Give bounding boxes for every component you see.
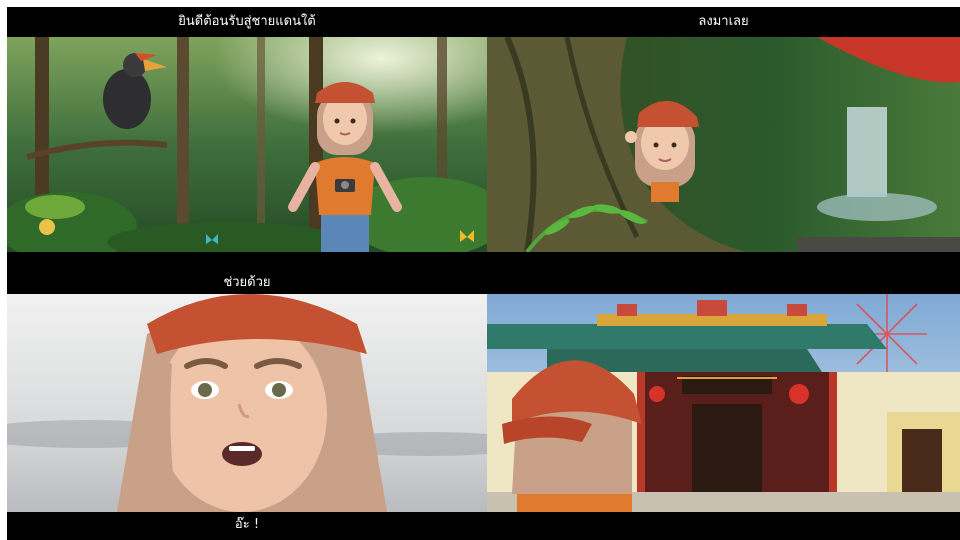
storyboard-grid: ยินดีต้อนรับสู่ชายแดนใต้ ลงมาเลย ช่วยด้ว… bbox=[0, 0, 960, 540]
caption-welcome: ยินดีต้อนรับสู่ชายแดนใต้ bbox=[178, 14, 316, 29]
panel-come-down: ลงมาเลย bbox=[487, 7, 960, 277]
caption-help: ช่วยด้วย bbox=[223, 275, 271, 290]
caption-exclaim: อ๊ะ ! bbox=[234, 517, 260, 532]
panel-temple bbox=[487, 270, 960, 540]
temple-scene bbox=[487, 294, 960, 512]
tree-scene bbox=[487, 37, 960, 252]
temple-illustration bbox=[487, 294, 960, 512]
caption-come-down: ลงมาเลย bbox=[698, 14, 749, 29]
jungle-illustration bbox=[7, 37, 487, 252]
jungle-scene bbox=[7, 37, 487, 252]
closeup-scene bbox=[7, 294, 487, 512]
closeup-illustration bbox=[7, 294, 487, 512]
panel-help: ช่วยด้วย อ๊ะ ! bbox=[7, 270, 487, 540]
tree-illustration bbox=[487, 37, 960, 252]
panel-jungle-welcome: ยินดีต้อนรับสู่ชายแดนใต้ bbox=[7, 7, 487, 277]
